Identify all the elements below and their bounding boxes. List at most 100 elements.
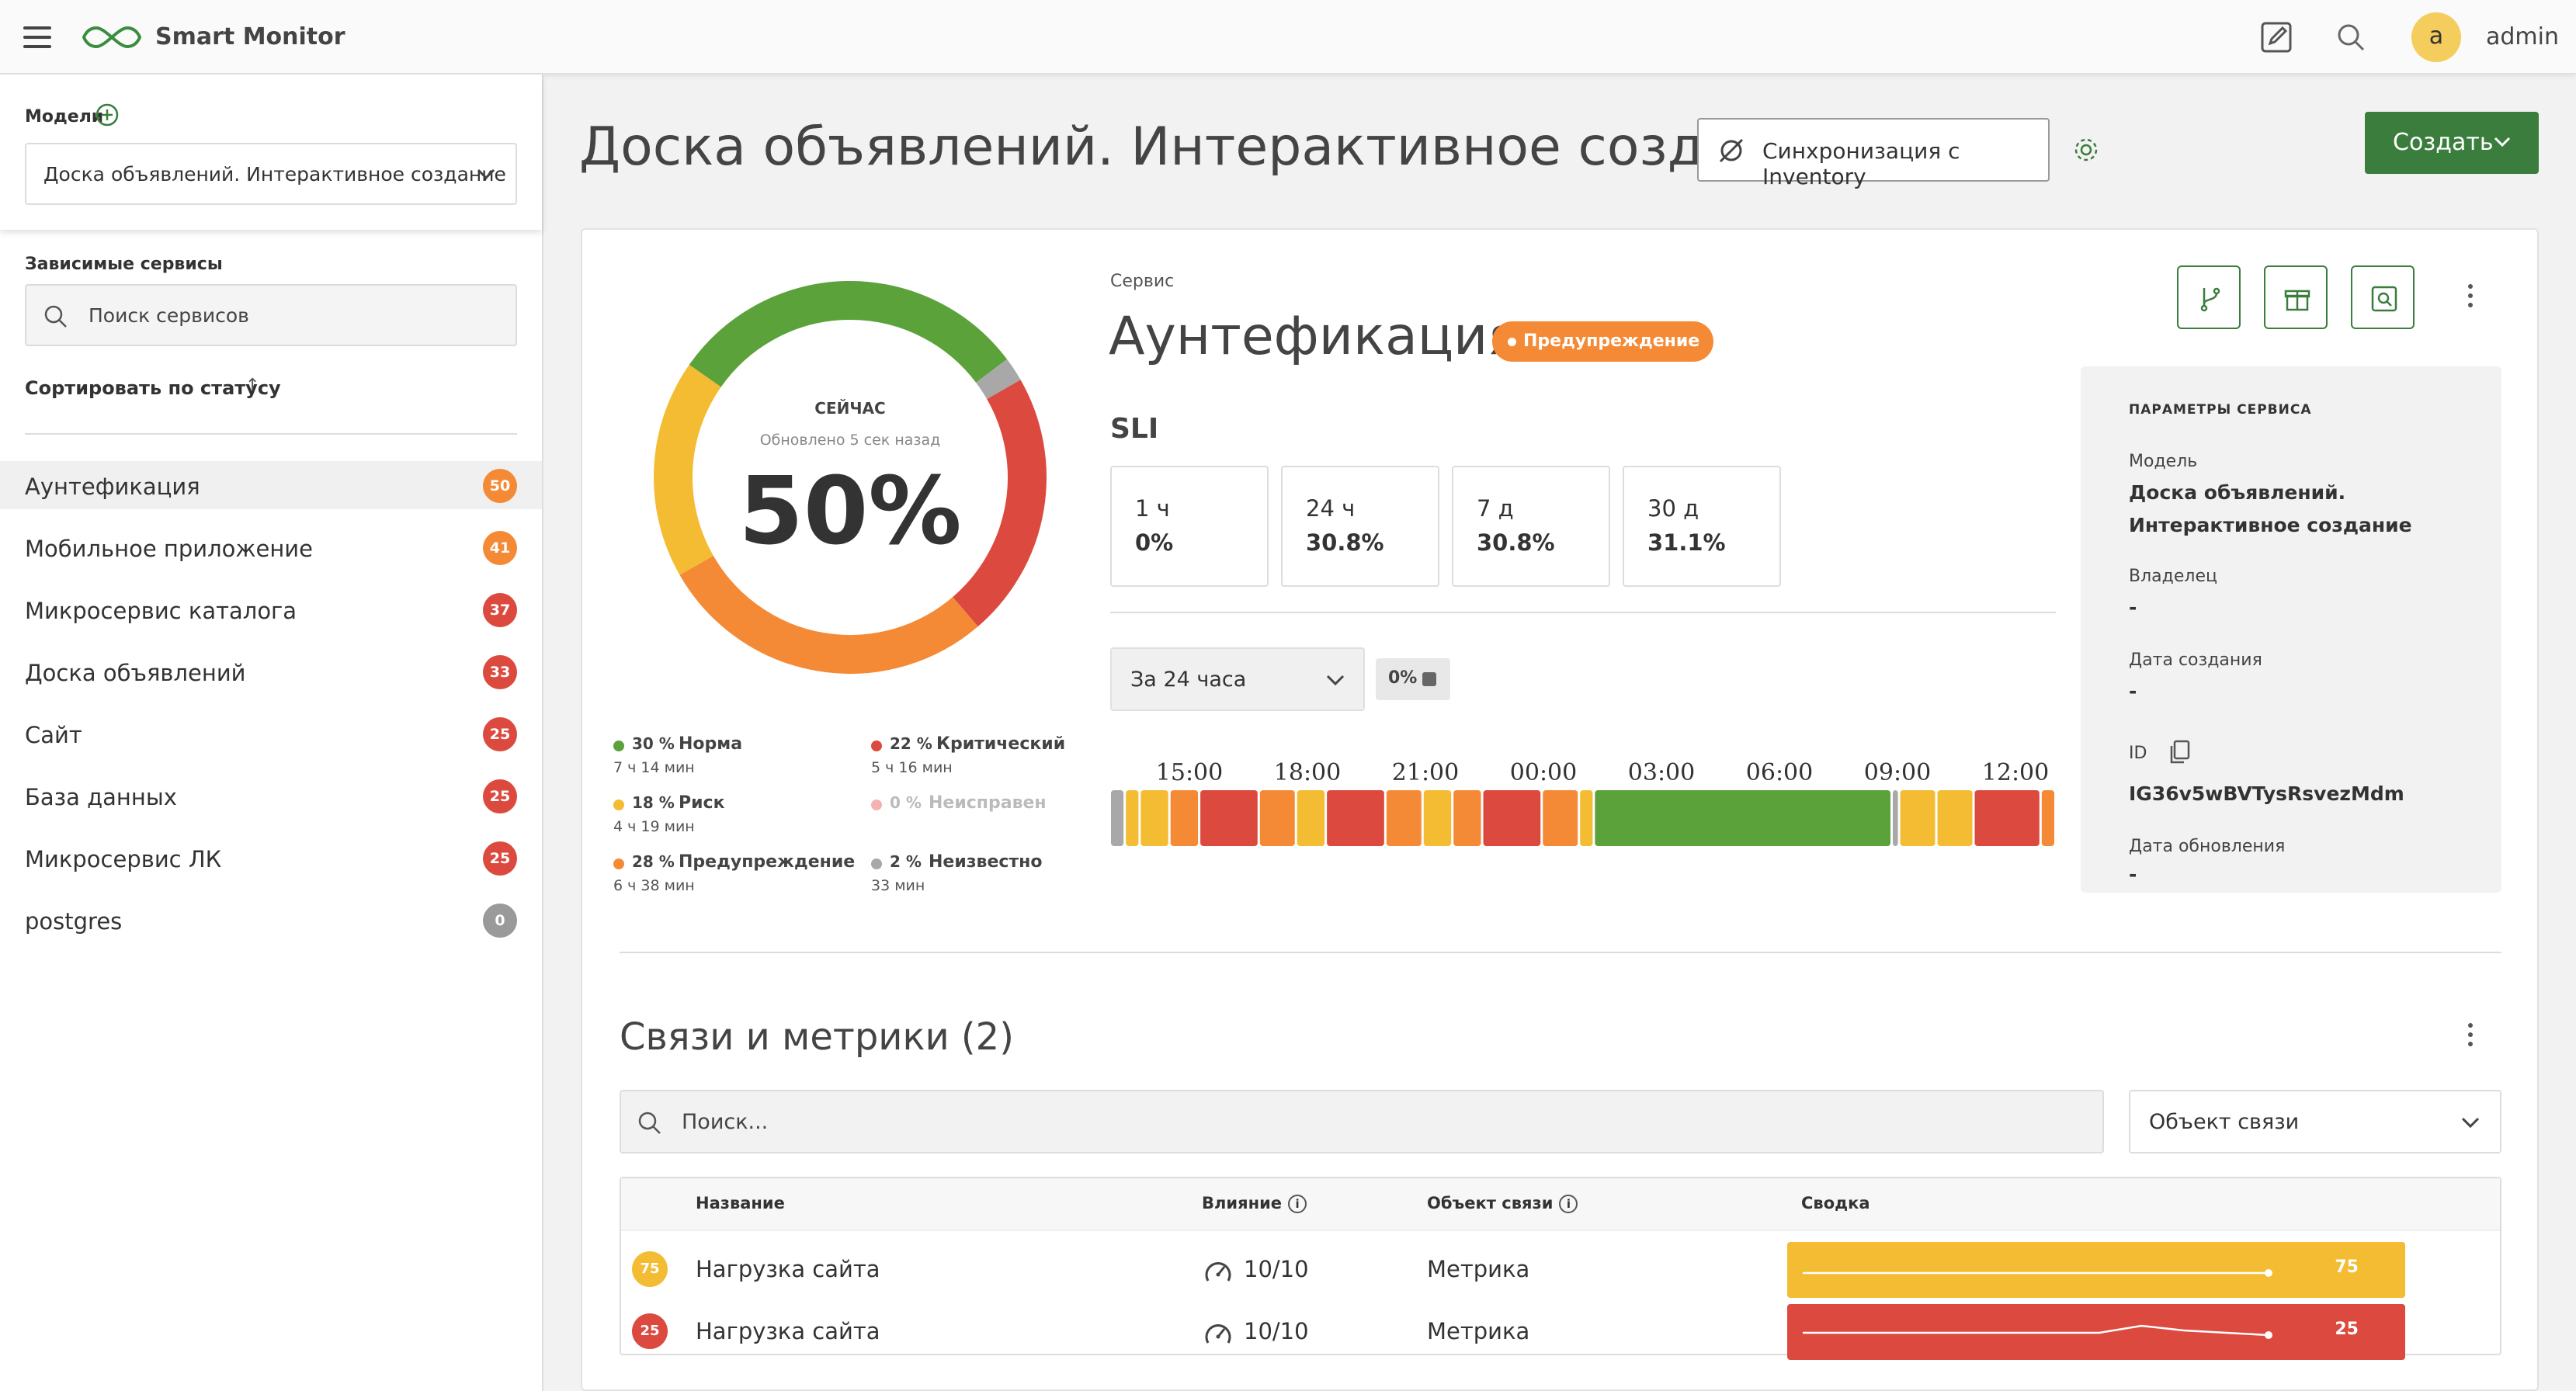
chevron-down-icon xyxy=(477,168,495,180)
app-title: Smart Monitor xyxy=(155,23,345,50)
links-search-input[interactable]: Поиск... xyxy=(620,1090,2104,1153)
col-object[interactable]: Объект связи i xyxy=(1427,1194,1578,1213)
donut-segment xyxy=(654,364,721,575)
time-tick-label: 06:00 xyxy=(1745,759,1814,786)
params-title: ПАРАМЕТРЫ СЕРВИСА xyxy=(2129,402,2312,418)
time-tick-label: 00:00 xyxy=(1509,759,1578,786)
sidebar-item-service[interactable]: Доска объявлений 33 xyxy=(0,647,542,696)
col-impact[interactable]: Влияние i xyxy=(1202,1194,1307,1213)
package-button[interactable] xyxy=(2264,265,2328,329)
timeline-segment[interactable] xyxy=(1327,790,1384,846)
timeline-segment[interactable] xyxy=(1937,790,1973,846)
current-score: 50% xyxy=(738,458,962,566)
service-search-input[interactable]: Поиск сервисов xyxy=(25,284,517,346)
legend-duration: 6 ч 38 мин xyxy=(613,877,695,894)
timeline-segment[interactable] xyxy=(1126,790,1139,846)
sli-period: 1 ч xyxy=(1135,495,1170,522)
legend-dot xyxy=(613,859,624,869)
divider xyxy=(25,433,517,435)
create-button[interactable]: Создать xyxy=(2365,112,2539,174)
info-icon[interactable]: i xyxy=(1288,1195,1307,1213)
table-row[interactable]: 25 Нагрузка сайта 10/10 Метрика 25 xyxy=(621,1301,2500,1363)
timeline-segment[interactable] xyxy=(1543,790,1578,846)
inspect-button[interactable] xyxy=(2351,265,2415,329)
model-select[interactable]: Доска объявлений. Интерактивное создание xyxy=(25,143,517,205)
range-chip: 0% xyxy=(1376,658,1450,700)
sli-period: 7 д xyxy=(1477,495,1514,522)
search-icon xyxy=(638,1112,661,1134)
menu-icon[interactable] xyxy=(23,26,51,48)
add-model-icon[interactable] xyxy=(95,102,120,127)
gauge-icon xyxy=(1205,1324,1231,1344)
col-name[interactable]: Название xyxy=(696,1194,785,1212)
timeline-segment[interactable] xyxy=(2041,790,2054,846)
timeline-segment[interactable] xyxy=(1297,790,1325,846)
more-options-icon[interactable] xyxy=(2466,1023,2475,1054)
updated-date-label: Дата обновления xyxy=(2129,837,2286,856)
sli-value: 30.8% xyxy=(1477,529,1555,556)
status-badge: Предупреждение xyxy=(1492,321,1714,362)
score-badge: 25 xyxy=(483,841,517,876)
link-object-select[interactable]: Объект связи xyxy=(2129,1090,2501,1153)
sidebar: Модели Доска объявлений. Интерактивное с… xyxy=(0,75,543,1391)
model-select-value: Доска объявлений. Интерактивное создание xyxy=(43,163,506,186)
sidebar-item-service[interactable]: Микросервис каталога 37 xyxy=(0,585,542,633)
sidebar-item-service[interactable]: Микросервис ЛК 25 xyxy=(0,834,542,882)
legend-pct: 30 % xyxy=(632,734,675,753)
model-value: Доска объявлений. Интерактивное создание xyxy=(2129,481,2412,536)
col-summary[interactable]: Сводка xyxy=(1801,1194,1870,1212)
sli-card: 1 ч 0% xyxy=(1110,466,1269,587)
sparkline-line xyxy=(1803,1324,2269,1337)
sidebar-item-service[interactable]: Сайт 25 xyxy=(0,709,542,758)
timeline-segment[interactable] xyxy=(1386,790,1422,846)
avatar[interactable]: a xyxy=(2411,12,2461,62)
info-icon[interactable]: i xyxy=(1559,1195,1578,1213)
username[interactable]: admin xyxy=(2486,23,2559,50)
more-options-icon[interactable] xyxy=(2466,284,2475,315)
timeline-segment[interactable] xyxy=(1595,790,1891,846)
summary-sparkline[interactable]: 25 xyxy=(1787,1304,2405,1360)
timeline-segment[interactable] xyxy=(1259,790,1295,846)
sync-inventory-button[interactable]: Синхронизация с Inventory xyxy=(1697,118,2050,189)
timeline-segment[interactable] xyxy=(1111,790,1124,846)
timeline-segment[interactable] xyxy=(1423,790,1452,846)
legend-pct: 2 % xyxy=(890,852,922,871)
timeline-segment[interactable] xyxy=(1200,790,1258,846)
time-tick-label: 21:00 xyxy=(1391,759,1460,786)
branch-button[interactable] xyxy=(2177,265,2241,329)
timeline-segment[interactable] xyxy=(1900,790,1935,846)
sort-by-status-button[interactable]: Сортировать по статусу xyxy=(25,377,281,399)
timeline-segment[interactable] xyxy=(1483,790,1541,846)
time-range-select[interactable]: За 24 часа xyxy=(1110,647,1365,711)
links-table: Название Влияние i Объект связи i Сводка 7… xyxy=(620,1177,2501,1360)
timeline-segment[interactable] xyxy=(1170,790,1199,846)
timeline-segment[interactable] xyxy=(1453,790,1481,846)
timeline-segment[interactable] xyxy=(1893,790,1898,846)
legend-pct: 18 % xyxy=(632,793,675,812)
score-badge: 33 xyxy=(483,655,517,689)
timeline-segment[interactable] xyxy=(1974,790,2040,846)
time-tick-label: 18:00 xyxy=(1273,759,1342,786)
search-icon[interactable] xyxy=(2332,19,2369,56)
time-tick-label: 09:00 xyxy=(1863,759,1932,786)
gear-icon[interactable] xyxy=(2071,135,2101,165)
sidebar-item-label: Доска объявлений xyxy=(25,660,246,686)
edit-icon[interactable] xyxy=(2258,19,2295,56)
sidebar-item-service[interactable]: База данных 25 xyxy=(0,772,542,820)
legend-dot xyxy=(871,859,882,869)
sidebar-item-service[interactable]: Мобильное приложение 41 xyxy=(0,523,542,571)
sidebar-item-label: Аунтефикация xyxy=(25,473,200,500)
timeline-segment[interactable] xyxy=(1140,790,1168,846)
sidebar-item-service[interactable]: Аунтефикация 50 xyxy=(0,461,542,509)
copy-icon[interactable] xyxy=(2168,739,2191,765)
now-label: СЕЙЧАС xyxy=(814,399,886,418)
divider xyxy=(1110,612,2056,613)
sidebar-item-service[interactable]: postgres 0 xyxy=(0,896,542,944)
timeline-segment[interactable] xyxy=(1580,790,1593,846)
table-row[interactable]: 75 Нагрузка сайта 10/10 Метрика 75 xyxy=(621,1239,2500,1301)
summary-sparkline[interactable]: 75 xyxy=(1787,1242,2405,1298)
row-name: Нагрузка сайта xyxy=(696,1256,880,1282)
updated-date-value: - xyxy=(2129,863,2137,886)
top-bar: Smart Monitor a admin xyxy=(0,0,2576,75)
arrow-up-icon[interactable]: ↑ xyxy=(245,376,259,395)
